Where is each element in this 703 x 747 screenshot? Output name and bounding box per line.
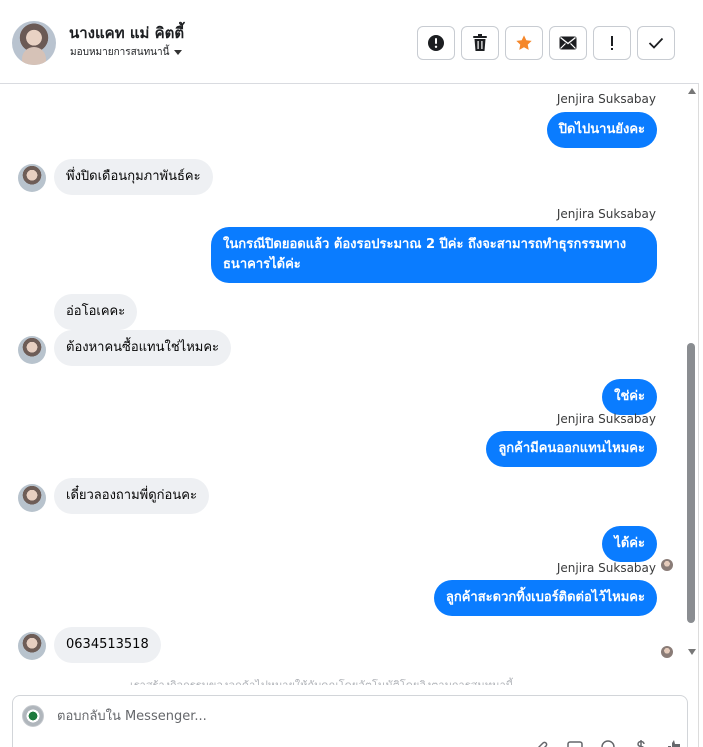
message-bubble-outgoing[interactable]: ในกรณีปิดยอดแล้ว ต้องรอประมาณ 2 ปีค่ะ ถึ… xyxy=(211,227,657,283)
emoji-icon[interactable] xyxy=(599,740,617,747)
like-icon[interactable] xyxy=(665,740,683,747)
assign-label: มอบหมายการสนทนานี้ xyxy=(70,47,170,58)
trash-icon xyxy=(473,34,487,51)
message-bubble-outgoing[interactable]: ปิดไปนานยังคะ xyxy=(546,112,657,148)
contact-name[interactable]: นางแคท แม่ คิตตี้ xyxy=(69,21,184,45)
message-bubble-outgoing[interactable]: ลูกค้ามีคนออกแทนไหมคะ xyxy=(486,431,657,467)
message-thread[interactable]: Jenjira Suksabay ปิดไปนานยังคะ พึ่งปิดเด… xyxy=(0,84,684,676)
contact-avatar-small xyxy=(18,484,46,512)
message-bubble-outgoing[interactable]: ได้ค่ะ xyxy=(602,526,657,562)
system-note: เราสร้างกิจกรรมของลูกค้าไปหมายให้กับคุณโ… xyxy=(130,676,513,685)
star-icon xyxy=(516,35,532,50)
message-bubble-incoming[interactable]: เดี๋ยวลองถามพี่ดูก่อนคะ xyxy=(54,478,209,514)
attachment-icon[interactable] xyxy=(533,740,551,747)
alert-circle-icon xyxy=(428,35,444,51)
header-actions xyxy=(417,26,675,60)
scrollbar-thumb[interactable] xyxy=(687,343,695,623)
composer-tools xyxy=(533,740,683,747)
assign-conversation-dropdown[interactable]: มอบหมายการสนทนานี้ xyxy=(70,45,183,60)
contact-avatar-small xyxy=(18,336,46,364)
page-avatar xyxy=(22,705,44,727)
star-button[interactable] xyxy=(505,26,543,60)
follow-up-button[interactable] xyxy=(593,26,631,60)
check-icon xyxy=(648,37,664,49)
scroll-up-arrow-icon[interactable] xyxy=(688,88,696,94)
seen-indicator-avatar xyxy=(661,646,673,658)
message-bubble-outgoing[interactable]: ลูกค้าสะดวกทิ้งเบอร์ติดต่อไว้ไหมคะ xyxy=(433,580,657,616)
payment-icon[interactable] xyxy=(632,740,650,747)
sender-name: Jenjira Suksabay xyxy=(556,412,656,426)
reply-input[interactable] xyxy=(57,705,557,727)
sender-name: Jenjira Suksabay xyxy=(556,92,656,106)
scroll-down-arrow-icon[interactable] xyxy=(688,649,696,655)
contact-avatar[interactable] xyxy=(12,21,56,65)
message-bubble-incoming[interactable]: อ่อโอเคคะ xyxy=(54,294,138,330)
conversation-header: นางแคท แม่ คิตตี้ มอบหมายการสนทนานี้ xyxy=(0,0,699,84)
sender-name: Jenjira Suksabay xyxy=(556,207,656,221)
report-spam-button[interactable] xyxy=(417,26,455,60)
seen-indicator-avatar xyxy=(661,559,673,571)
message-bubble-incoming[interactable]: ต้องหาคนซื้อแทนใช่ไหมคะ xyxy=(54,330,232,366)
envelope-icon xyxy=(559,36,577,50)
mark-done-button[interactable] xyxy=(637,26,675,60)
exclamation-icon xyxy=(611,36,613,50)
gif-icon[interactable] xyxy=(566,740,584,747)
delete-button[interactable] xyxy=(461,26,499,60)
contact-avatar-small xyxy=(18,632,46,660)
mark-unread-button[interactable] xyxy=(549,26,587,60)
sender-name: Jenjira Suksabay xyxy=(556,561,656,575)
contact-avatar-small xyxy=(18,164,46,192)
message-bubble-incoming[interactable]: พึ่งปิดเดือนกุมภาพันธ์คะ xyxy=(54,159,213,195)
message-bubble-incoming[interactable]: 0634513518 xyxy=(54,627,161,663)
message-bubble-outgoing[interactable]: ใช่ค่ะ xyxy=(602,379,657,415)
caret-down-icon xyxy=(174,50,183,55)
conversation-panel: นางแคท แม่ คิตตี้ มอบหมายการสนทนานี้ Jen… xyxy=(0,0,699,747)
reply-composer xyxy=(12,695,688,747)
